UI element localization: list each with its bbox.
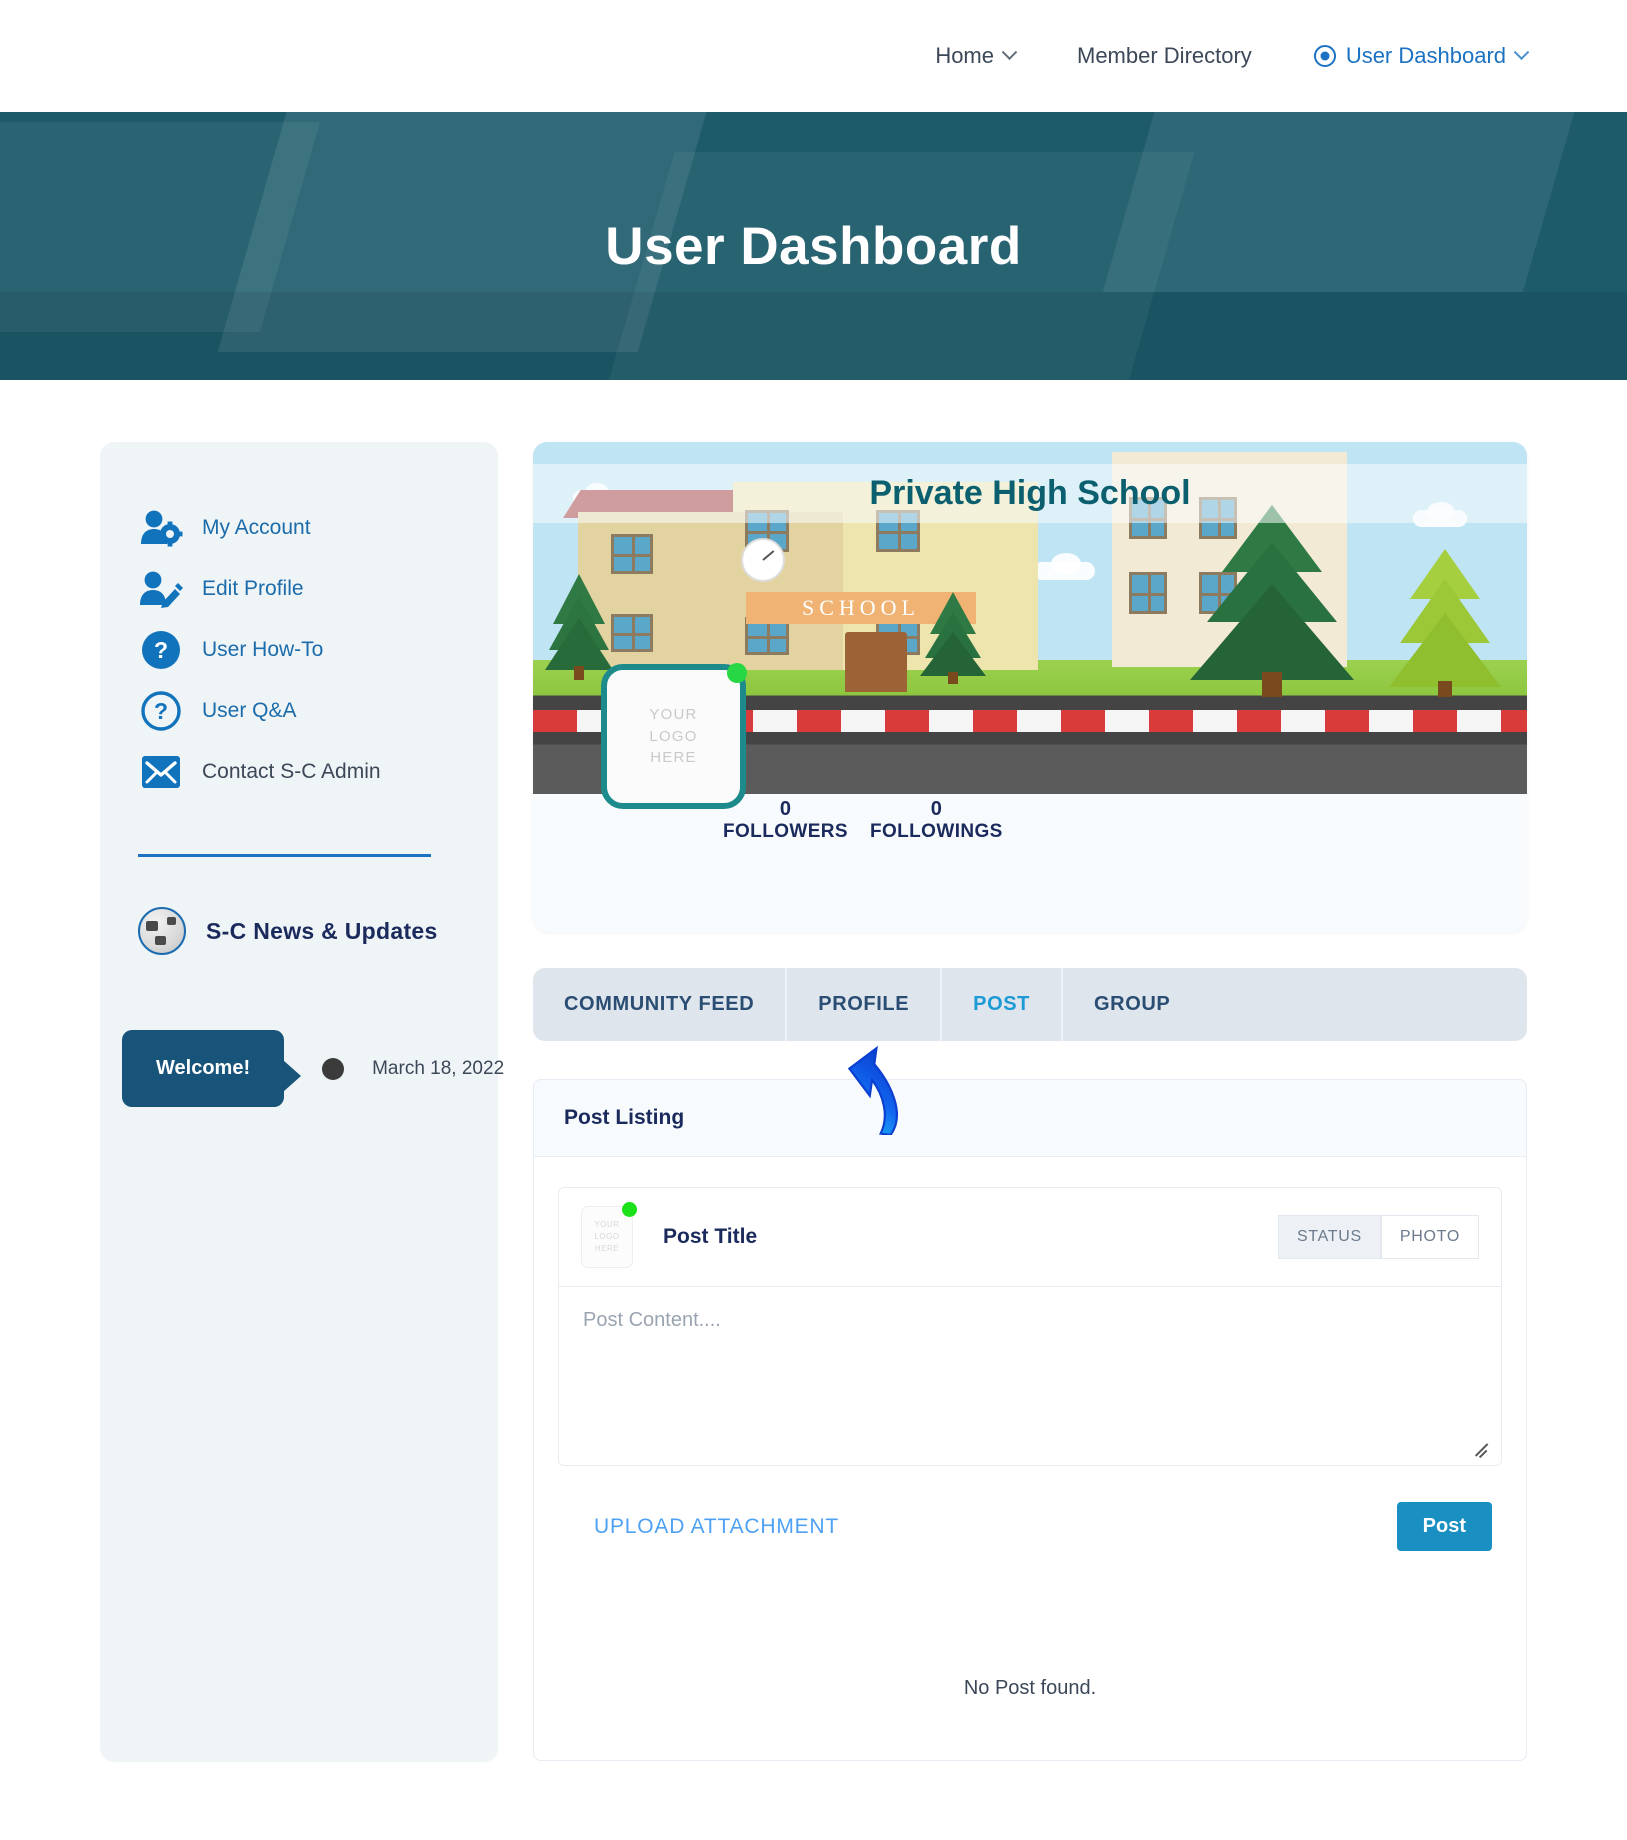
profile-stats: 0 FOLLOWERS 0 FOLLOWINGS	[723, 798, 1003, 843]
post-title-input[interactable]: Post Title	[663, 1225, 757, 1249]
avatar-line-2: LOGO	[649, 727, 698, 745]
post-type-toggle: STATUS PHOTO	[1277, 1215, 1479, 1259]
timeline-badge[interactable]: Welcome!	[122, 1030, 302, 1107]
tab-group[interactable]: GROUP	[1063, 968, 1201, 1041]
page-body: My Account Edit Profile ? User How-To ? …	[0, 380, 1627, 1762]
stat-followers[interactable]: 0 FOLLOWERS	[723, 798, 848, 843]
online-status-icon	[727, 663, 747, 683]
post-content-textarea[interactable]: Post Content....	[559, 1287, 1501, 1465]
nav-item-home[interactable]: Home	[935, 43, 1018, 69]
main-column: SCHOOL Private High School YOUR LOGO HER…	[533, 442, 1527, 1761]
profile-avatar[interactable]: YOUR LOGO HERE	[601, 663, 747, 809]
sidebar-item-edit-profile[interactable]: Edit Profile	[122, 558, 498, 619]
sidebar-label: User How-To	[202, 637, 324, 661]
avatar-line-2: LOGO	[594, 1232, 620, 1241]
hero-banner: User Dashboard	[0, 112, 1627, 380]
tree-icon	[920, 592, 986, 684]
post-content-placeholder: Post Content....	[583, 1309, 721, 1331]
online-status-icon	[622, 1202, 637, 1217]
stat-label: FOLLOWINGS	[869, 821, 1003, 842]
avatar-line-3: HERE	[650, 749, 697, 767]
page-title: User Dashboard	[605, 216, 1022, 276]
sidebar-label: Contact S-C Admin	[202, 759, 381, 783]
chevron-down-icon	[1513, 43, 1530, 60]
stat-count: 0	[779, 798, 792, 820]
question-outline-icon: ?	[138, 690, 184, 732]
sidebar-label: My Account	[202, 515, 311, 539]
sidebar: My Account Edit Profile ? User How-To ? …	[100, 442, 504, 1762]
panel-header: Post Listing	[534, 1080, 1526, 1157]
composer-avatar: YOUR LOGO HERE	[581, 1202, 637, 1268]
upload-attachment-button[interactable]: UPLOAD ATTACHMENT	[594, 1515, 839, 1539]
empty-state-message: No Post found.	[963, 1677, 1097, 1699]
tree-icon	[1190, 505, 1354, 697]
window-icon	[611, 614, 653, 652]
school-name: Private High School	[533, 464, 1527, 523]
tab-community-feed[interactable]: COMMUNITY FEED	[533, 968, 788, 1041]
school-door	[845, 632, 907, 692]
composer-header: YOUR LOGO HERE Post Title STATUS PHOTO	[559, 1188, 1501, 1287]
post-button[interactable]: Post	[1396, 1502, 1492, 1551]
timeline-dot-icon	[322, 1057, 345, 1080]
sidebar-item-user-qa[interactable]: ? User Q&A	[122, 680, 498, 741]
sidebar-news-title: S-C News & Updates	[206, 917, 438, 944]
sidebar-news-section[interactable]: S-C News & Updates	[100, 857, 498, 955]
window-icon	[611, 534, 653, 574]
sidebar-label: Edit Profile	[202, 576, 304, 600]
profile-tabs: COMMUNITY FEED PROFILE POST GROUP	[533, 968, 1527, 1041]
panel-heading: Post Listing	[564, 1106, 685, 1129]
timeline-date: March 18, 2022	[372, 1057, 505, 1079]
clock-icon	[741, 538, 785, 582]
svg-text:?: ?	[154, 698, 168, 724]
profile-cover-card: SCHOOL Private High School YOUR LOGO HER…	[533, 442, 1527, 932]
avatar-line-1: YOUR	[649, 705, 698, 723]
cloud-icon	[1051, 553, 1081, 574]
chip-status[interactable]: STATUS	[1277, 1215, 1381, 1259]
nav-item-user-dashboard[interactable]: User Dashboard	[1313, 43, 1530, 69]
post-composer: YOUR LOGO HERE Post Title STATUS PHOTO P	[558, 1187, 1502, 1466]
nav-label-member-directory: Member Directory	[1077, 43, 1252, 68]
radio-selected-icon	[1313, 45, 1336, 67]
user-gear-icon	[138, 507, 184, 549]
composer-actions: UPLOAD ATTACHMENT Post	[558, 1466, 1502, 1591]
chip-photo[interactable]: PHOTO	[1380, 1215, 1479, 1259]
tab-post[interactable]: POST	[942, 968, 1063, 1041]
nav-label-home: Home	[935, 43, 994, 68]
post-listing-panel: Post Listing YOUR LOGO HERE Post Title S…	[533, 1045, 1527, 1761]
sidebar-item-my-account[interactable]: My Account	[122, 497, 498, 558]
avatar-line-1: YOUR	[594, 1220, 620, 1229]
tree-icon	[1389, 549, 1501, 697]
sidebar-item-user-how-to[interactable]: ? User How-To	[122, 619, 498, 680]
avatar-line-3: HERE	[594, 1244, 620, 1253]
timeline-entry: Welcome! March 18, 2022	[100, 955, 504, 1107]
top-navigation: Home Member Directory User Dashboard	[0, 0, 1627, 112]
stat-count: 0	[930, 798, 942, 820]
question-filled-icon: ?	[138, 629, 184, 671]
nav-item-member-directory[interactable]: Member Directory	[1077, 43, 1252, 69]
sidebar-item-contact-admin[interactable]: Contact S-C Admin	[122, 741, 498, 802]
sidebar-menu: My Account Edit Profile ? User How-To ? …	[100, 497, 498, 802]
svg-text:?: ?	[154, 637, 168, 663]
window-icon	[1129, 572, 1167, 614]
user-pencil-icon	[138, 568, 184, 610]
globe-icon	[138, 907, 186, 955]
chevron-down-icon	[1001, 43, 1018, 60]
stat-followings[interactable]: 0 FOLLOWINGS	[870, 798, 1003, 843]
sidebar-label: User Q&A	[202, 698, 297, 722]
hero-shape	[1102, 112, 1578, 292]
hero-shape	[0, 292, 1627, 380]
tab-profile[interactable]: PROFILE	[787, 968, 943, 1041]
nav-label-user-dashboard: User Dashboard	[1345, 43, 1506, 68]
panel-body: YOUR LOGO HERE Post Title STATUS PHOTO P	[534, 1157, 1526, 1760]
stat-label: FOLLOWERS	[723, 821, 848, 842]
textarea-resize-handle[interactable]	[1473, 1439, 1491, 1457]
tree-icon	[545, 574, 613, 680]
envelope-icon	[138, 751, 184, 793]
